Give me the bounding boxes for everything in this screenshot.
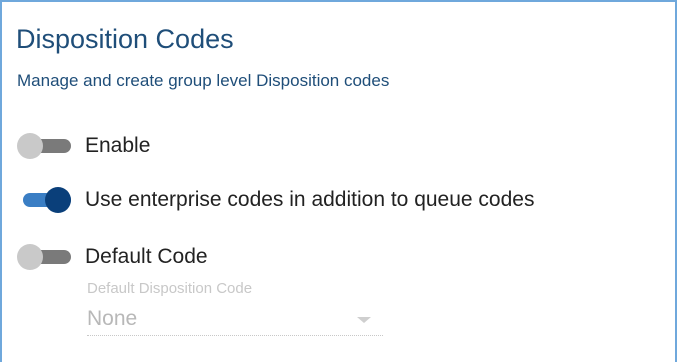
enable-toggle-row: Enable bbox=[17, 131, 150, 161]
default-disposition-code-value: None bbox=[87, 307, 138, 330]
page-title: Disposition Codes bbox=[16, 24, 234, 54]
toggle-thumb bbox=[17, 133, 43, 159]
toggle-thumb bbox=[45, 187, 71, 213]
disposition-codes-panel: Disposition Codes Manage and create grou… bbox=[0, 0, 677, 362]
default-disposition-code-field: Default Disposition Code None bbox=[87, 280, 383, 336]
default-disposition-code-label: Default Disposition Code bbox=[87, 280, 253, 297]
enterprise-codes-toggle-row: Use enterprise codes in addition to queu… bbox=[17, 185, 534, 215]
page-subtitle: Manage and create group level Dispositio… bbox=[17, 71, 390, 90]
chevron-down-icon bbox=[357, 317, 371, 323]
enable-toggle[interactable] bbox=[17, 131, 73, 161]
enterprise-codes-toggle-label: Use enterprise codes in addition to queu… bbox=[85, 188, 535, 211]
default-code-toggle-label: Default Code bbox=[85, 245, 208, 268]
default-code-toggle[interactable] bbox=[17, 242, 73, 272]
enable-toggle-label: Enable bbox=[85, 134, 151, 157]
default-code-toggle-row: Default Code bbox=[17, 242, 208, 272]
enterprise-codes-toggle[interactable] bbox=[17, 185, 73, 215]
toggle-thumb bbox=[17, 244, 43, 270]
default-disposition-code-select[interactable]: None bbox=[87, 307, 383, 336]
